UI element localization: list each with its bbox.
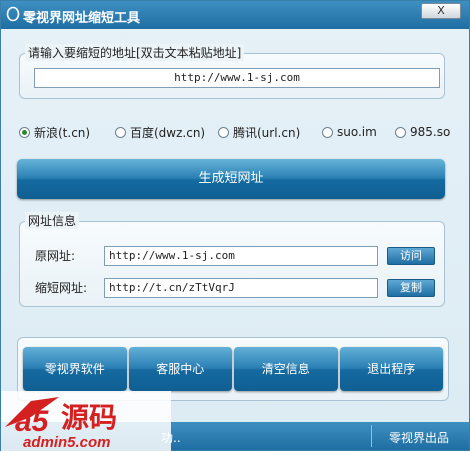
window-title: 零视界网址缩短工具 [23,11,141,26]
service-label: suo.im [337,125,377,139]
service-radio-sina[interactable]: 新浪(t.cn) [19,124,90,140]
short-url-label: 缩短网址: [35,281,88,295]
svg-text:admin5.com: admin5.com [23,434,111,451]
original-url-field[interactable]: http://www.1-sj.com [104,246,378,266]
generate-button[interactable]: 生成短网址 [17,159,445,199]
radio-dot [115,126,126,138]
radio-dot [19,126,30,138]
software-button[interactable]: 零视界软件 [23,347,127,391]
clear-button[interactable]: 清空信息 [234,347,338,391]
radio-dot [395,126,406,138]
close-button[interactable]: X [421,3,461,19]
action-row: 零视界软件 客服中心 清空信息 退出程序 [23,347,443,391]
service-radio-baidu[interactable]: 百度(dwz.cn) [115,124,205,140]
url-input[interactable]: http://www.1-sj.com [34,68,440,88]
watermark-logo: a5 源码 admin5.com [1,391,171,452]
svg-text:源码: 源码 [61,402,117,433]
visit-button[interactable]: 访问 [387,247,435,265]
original-url-label: 原网址: [35,249,76,263]
service-label: 百度(dwz.cn) [130,125,206,140]
service-radio-985[interactable]: 985.so [395,124,450,140]
input-group-label: 请输入要缩短的地址[双击文本粘贴地址] [25,44,245,61]
service-label: 985.so [410,125,451,139]
exit-button[interactable]: 退出程序 [339,347,443,391]
credit-text: 零视界出品 [389,431,450,445]
radio-dot [322,126,333,138]
service-label: 腾讯(url.cn) [233,125,301,140]
title-bar: 零视界网址缩短工具 [1,1,469,29]
radio-dot [218,126,229,138]
app-icon [6,6,20,22]
service-label: 新浪(t.cn) [34,125,91,140]
copy-button[interactable]: 复制 [387,279,435,297]
support-button[interactable]: 客服中心 [128,347,232,391]
app-window: 零视界网址缩短工具 X http://www.1-sj.com 请输入要缩短的地… [0,0,470,452]
short-url-field[interactable]: http://t.cn/zTtVqrJ [104,278,378,298]
service-radio-suo[interactable]: suo.im [322,124,377,140]
service-radio-tencent[interactable]: 腾讯(url.cn) [218,124,300,140]
status-divider [371,425,372,447]
info-group-label: 网址信息 [25,212,80,229]
